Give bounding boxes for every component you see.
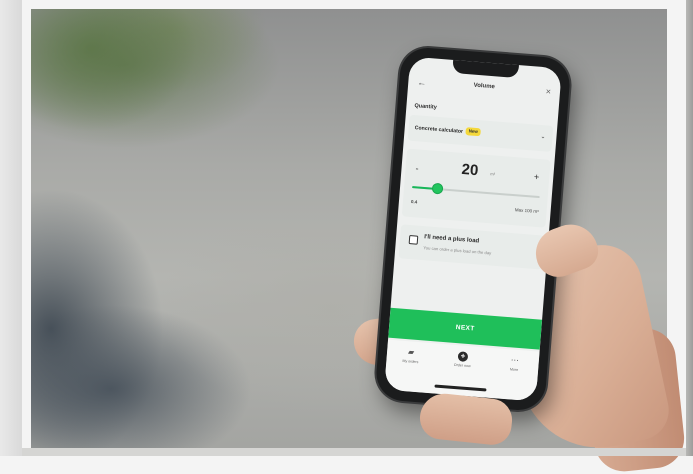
blurred-foliage [31, 9, 281, 149]
add-icon: + [457, 351, 469, 362]
quantity-section-label: Quantity [414, 103, 437, 111]
bottom-tab-bar: ▰ My orders + Order now ⋯ More [384, 339, 540, 402]
photo-border-left [0, 0, 22, 456]
tab-my-orders[interactable]: ▰ My orders [390, 346, 431, 365]
plus-load-option[interactable]: I'll need a plus load You can order a pl… [398, 224, 545, 270]
tab-more-label: More [509, 367, 519, 372]
home-indicator [434, 384, 487, 392]
plus-load-checkbox[interactable] [408, 235, 419, 245]
concrete-calculator-label: Concrete calculator [414, 125, 464, 135]
volume-slider-track[interactable] [412, 186, 540, 199]
tab-order-now[interactable]: + Order now [442, 350, 483, 369]
plus-load-label: I'll need a plus load [423, 234, 480, 245]
page-title: Volume [473, 82, 496, 91]
phone-notch [452, 58, 520, 79]
volume-slider-handle[interactable] [432, 183, 443, 194]
concrete-calculator-dropdown[interactable]: Concrete calculator New ⌄ [407, 114, 554, 152]
tab-order-now-label: Order now [453, 362, 471, 369]
new-badge: New [465, 127, 482, 137]
volume-stepper-card: - 20 m³ + 0.4 Max 100 m³ [401, 148, 551, 228]
truck-icon: ▰ [407, 347, 415, 357]
volume-min-label: 0.4 [410, 199, 418, 205]
top-bar: ← Volume × [407, 73, 560, 107]
photo-border-bottom [22, 448, 686, 456]
decrease-button[interactable]: - [415, 163, 419, 173]
tab-more[interactable]: ⋯ More [494, 354, 535, 373]
volume-value: 20 [460, 160, 479, 180]
more-icon: ⋯ [510, 355, 520, 365]
chevron-down-icon: ⌄ [540, 134, 546, 141]
phone-screen: ← Volume × Quantity Concrete calculator … [384, 56, 562, 402]
smartphone: ← Volume × Quantity Concrete calculator … [374, 45, 572, 413]
photo-border-right [686, 0, 693, 456]
increase-button[interactable]: + [534, 172, 540, 182]
close-icon[interactable]: × [545, 86, 551, 96]
volume-unit: m³ [490, 171, 496, 177]
tab-my-orders-label: My orders [402, 358, 419, 365]
plus-load-description: You can order a plus load on the day [423, 245, 492, 256]
volume-max-label: Max 100 m³ [514, 207, 539, 215]
